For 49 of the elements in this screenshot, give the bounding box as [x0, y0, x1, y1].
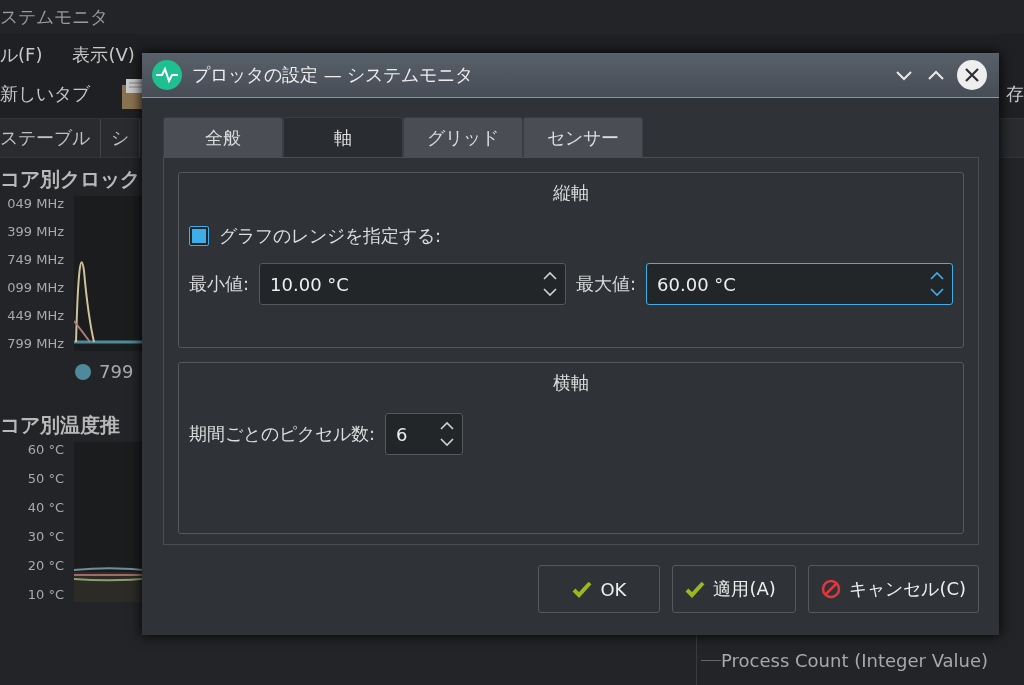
axis-label: 099 MHz — [7, 280, 64, 295]
tab[interactable]: 全般 — [163, 117, 283, 157]
axis-label: 30 °C — [27, 529, 64, 544]
group-title: 縦軸 — [552, 181, 590, 205]
axis-label: 40 °C — [27, 500, 64, 515]
axis-label: 10 °C — [27, 587, 64, 602]
panel-title: コア別クロック — [0, 166, 140, 193]
axis-label: 749 MHz — [7, 252, 64, 267]
cancel-button[interactable]: キャンセル(C) — [808, 565, 979, 613]
checkbox-label: グラフのレンジを指定する: — [219, 224, 442, 248]
spin-box[interactable]: 10.00 °C — [259, 263, 566, 305]
panel-title: コア別温度推 — [0, 412, 120, 439]
tab[interactable]: シ — [101, 119, 140, 157]
field-label: 期間ごとのピクセル数: — [189, 422, 376, 446]
axis-label: 20 °C — [27, 558, 64, 573]
ok-button[interactable]: OK — [538, 565, 661, 613]
window-title: ステムモニタ — [0, 5, 108, 29]
group-title: 横軸 — [552, 371, 590, 395]
tab[interactable]: グリッド — [403, 117, 523, 157]
spin-box[interactable]: 6 — [385, 413, 464, 455]
axis-label: 50 °C — [27, 471, 64, 486]
new-tab-button[interactable]: 新しいタブ — [0, 82, 90, 106]
menu-item[interactable]: ル(F) — [0, 43, 43, 67]
checkbox[interactable] — [189, 226, 209, 246]
apply-button[interactable]: 適用(A) — [672, 565, 797, 613]
spin-box[interactable]: 60.00 °C — [646, 263, 953, 305]
axis-label: 799 MHz — [7, 336, 64, 351]
axis-label: 399 MHz — [7, 224, 64, 239]
field-label: 最小値: — [189, 272, 250, 296]
axis-label: 60 °C — [27, 442, 64, 457]
tab[interactable]: 軸 — [283, 117, 403, 157]
menu-item[interactable]: 表示(V) — [72, 43, 135, 67]
close-icon[interactable] — [957, 60, 987, 90]
dialog-title: プロッタの設定 — システムモニタ — [192, 63, 474, 87]
axis-label: 449 MHz — [7, 308, 64, 323]
field-label: 最大値: — [576, 272, 637, 296]
tab[interactable]: ステーブル — [0, 119, 101, 157]
save-button[interactable]: 存 — [1006, 82, 1024, 106]
tree-item[interactable]: Process Count (Integer Value) — [721, 650, 989, 671]
spin-arrows-icon — [438, 419, 457, 449]
legend-label: 799 — [99, 361, 134, 382]
check-icon — [572, 579, 593, 599]
tab[interactable]: センサー — [523, 117, 643, 157]
app-icon — [152, 60, 182, 90]
spin-arrows-icon — [928, 269, 946, 299]
no-entry-icon — [821, 579, 842, 599]
spin-arrows-icon — [541, 269, 559, 299]
check-icon — [685, 579, 706, 599]
axis-label: 049 MHz — [7, 196, 64, 211]
